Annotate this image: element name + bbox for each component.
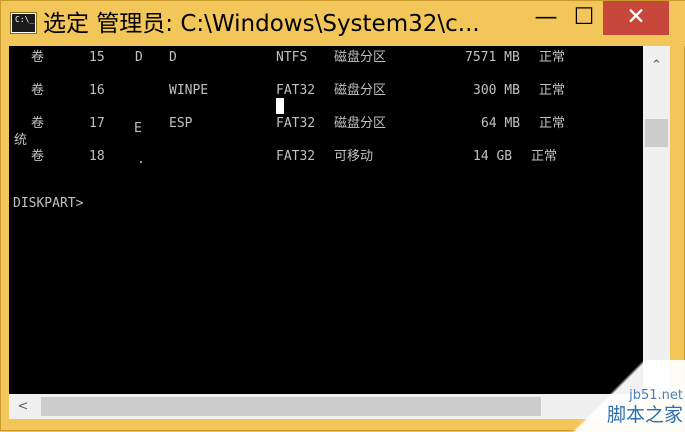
close-button[interactable]: ✕	[603, 1, 669, 35]
row-status: 正常	[531, 149, 558, 164]
maximize-button[interactable]: ☐	[565, 1, 603, 35]
row-fs: NTFS	[276, 50, 308, 65]
scroll-up-icon[interactable]: ⌃	[643, 57, 670, 75]
row-kind: 磁盘分区	[334, 116, 387, 131]
console-window: C:\_ 选定 管理员: C:\Windows\System32\c... — …	[0, 0, 685, 432]
volume-row: 卷 18 FAT32 可移动 14 GB 正常	[9, 147, 643, 167]
row-status: 正常	[539, 116, 566, 131]
row-type: 卷	[31, 149, 45, 164]
row-num: 18	[89, 149, 105, 164]
close-icon: ✕	[626, 4, 646, 30]
minimize-icon: —	[534, 4, 558, 30]
row-fs: FAT32	[276, 149, 316, 164]
row-size: 7571 MB	[465, 50, 520, 65]
row-type: 卷	[31, 50, 45, 65]
row-label: ESP	[169, 116, 193, 131]
text-cursor	[276, 98, 284, 114]
stray-character: .	[137, 152, 145, 167]
row-num: 17	[89, 116, 105, 131]
diskpart-prompt[interactable]: DISKPART>	[13, 194, 83, 214]
row-status: 正常	[539, 50, 566, 65]
row-fs: FAT32	[276, 116, 316, 131]
vertical-scroll-thumb[interactable]	[645, 119, 668, 147]
horizontal-scroll-thumb[interactable]	[41, 397, 541, 416]
row-kind: 可移动	[334, 149, 374, 164]
title-bar[interactable]: C:\_ 选定 管理员: C:\Windows\System32\c... — …	[1, 1, 685, 46]
volume-row: 卷 15 D D NTFS 磁盘分区 7571 MB 正常	[9, 48, 643, 68]
stray-character: 统	[14, 133, 28, 148]
window-title: 选定 管理员: C:\Windows\System32\c...	[43, 11, 480, 37]
console-output[interactable]: 卷 15 D D NTFS 磁盘分区 7571 MB 正常 卷 16 WINPE…	[9, 46, 643, 394]
row-ltr: D	[135, 50, 143, 65]
minimize-button[interactable]: —	[527, 1, 565, 35]
row-type: 卷	[31, 116, 45, 131]
horizontal-scrollbar[interactable]: <	[9, 394, 643, 419]
row-num: 15	[89, 50, 105, 65]
row-num: 16	[89, 83, 105, 98]
row-label: WINPE	[169, 83, 209, 98]
row-kind: 磁盘分区	[334, 50, 387, 65]
row-kind: 磁盘分区	[334, 83, 387, 98]
row-size: 300 MB	[473, 83, 520, 98]
vertical-scrollbar[interactable]: ⌃	[643, 46, 670, 394]
cmd-icon[interactable]: C:\_	[11, 13, 36, 33]
row-status: 正常	[539, 83, 566, 98]
watermark: jb51.net 脚本之家	[549, 360, 685, 432]
row-size: 14 GB	[473, 149, 513, 164]
cmd-icon-text: C:\_	[15, 15, 35, 24]
watermark-url: jb51.net	[629, 388, 683, 403]
volume-row: 卷 17 ESP FAT32 磁盘分区 64 MB 正常	[9, 114, 643, 134]
row-label: D	[169, 50, 177, 65]
row-size: 64 MB	[481, 116, 521, 131]
maximize-icon: ☐	[573, 4, 595, 30]
watermark-brand: 脚本之家	[606, 404, 683, 426]
scroll-left-icon[interactable]: <	[15, 398, 31, 416]
row-type: 卷	[31, 83, 45, 98]
volume-row: 卷 16 WINPE FAT32 磁盘分区 300 MB 正常	[9, 81, 643, 101]
stray-character: E	[134, 121, 142, 136]
